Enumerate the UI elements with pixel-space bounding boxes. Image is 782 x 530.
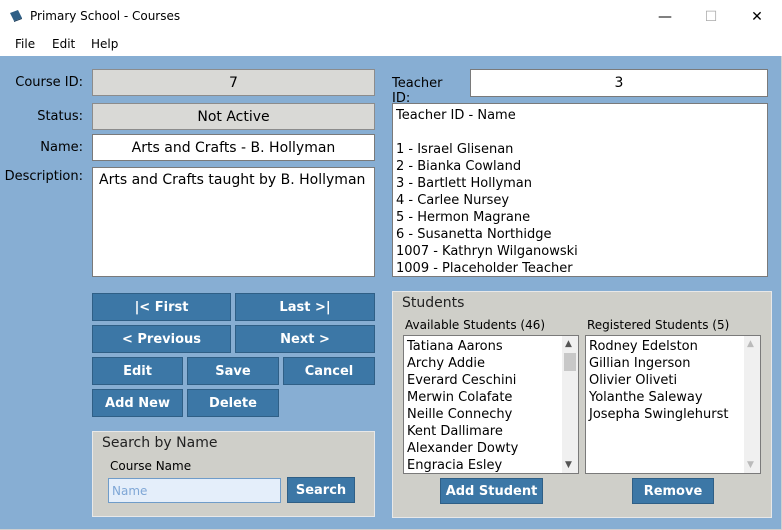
app-book-icon (10, 10, 22, 22)
teacher-id-field[interactable]: 3 (470, 69, 768, 97)
list-item[interactable]: 1009 - Placeholder Teacher (396, 260, 767, 276)
list-item[interactable]: Olivier Oliveti (589, 372, 760, 389)
description-label: Description: (4, 169, 83, 184)
cancel-button[interactable]: Cancel (283, 357, 375, 385)
search-button[interactable]: Search (287, 477, 355, 503)
list-item[interactable]: 1 - Israel Glisenan (396, 141, 767, 158)
search-group: Search by Name Course Name Name Search (92, 431, 375, 517)
list-item[interactable]: Everard Ceschini (407, 372, 578, 389)
available-students-label: Available Students (46) (405, 318, 546, 332)
list-item[interactable]: 6 - Susanetta Northidge (396, 226, 767, 243)
list-item[interactable]: Rodney Edelston (589, 338, 760, 355)
list-item[interactable]: Kent Dallimare (407, 423, 578, 440)
course-id-field: 7 (92, 69, 375, 96)
menu-help[interactable]: Help (91, 37, 118, 51)
search-group-title: Search by Name (102, 435, 218, 451)
window-title: Primary School - Courses (30, 9, 181, 23)
list-item[interactable]: 5 - Hermon Magrane (396, 209, 767, 226)
students-group: Students Available Students (46) Registe… (392, 291, 772, 518)
name-label: Name: (40, 140, 83, 155)
available-students-list[interactable]: Tatiana Aarons Archy Addie Everard Cesch… (403, 335, 579, 474)
previous-button[interactable]: < Previous (92, 325, 231, 353)
maximize-button[interactable]: ☐ (688, 0, 734, 33)
title-bar: Primary School - Courses — ☐ ✕ (0, 0, 782, 33)
teacher-id-label: Teacher ID: (392, 76, 443, 106)
next-button[interactable]: Next > (235, 325, 375, 353)
scroll-thumb[interactable] (564, 353, 576, 371)
minimize-button[interactable]: — (642, 0, 688, 33)
list-item[interactable]: 2 - Bianka Cowland (396, 158, 767, 175)
scroll-up-icon[interactable]: ▲ (565, 339, 572, 349)
scroll-down-icon[interactable]: ▼ (565, 460, 572, 470)
last-button[interactable]: Last >| (235, 293, 375, 321)
menu-bar: File Edit Help (0, 33, 782, 56)
save-button[interactable]: Save (187, 357, 279, 385)
list-item[interactable]: 3 - Bartlett Hollyman (396, 175, 767, 192)
delete-button[interactable]: Delete (187, 389, 279, 417)
menu-file[interactable]: File (15, 37, 35, 51)
remove-student-button[interactable]: Remove (632, 478, 714, 504)
available-scrollbar[interactable]: ▲ ▼ (562, 336, 578, 473)
first-button[interactable]: |< First (92, 293, 231, 321)
list-item[interactable]: Neille Connechy (407, 406, 578, 423)
list-item[interactable]: Engracia Esley (407, 457, 578, 473)
registered-students-label: Registered Students (5) (587, 318, 730, 332)
name-field[interactable]: Arts and Crafts - B. Hollyman (92, 134, 375, 161)
edit-button[interactable]: Edit (92, 357, 183, 385)
menu-edit[interactable]: Edit (52, 37, 75, 51)
list-item[interactable]: Alexander Dowty (407, 440, 578, 457)
list-item[interactable]: 1007 - Kathryn Wilganowski (396, 243, 767, 260)
list-item[interactable]: Gillian Ingerson (589, 355, 760, 372)
list-item[interactable]: Josepha Swinglehurst (589, 406, 760, 423)
description-field[interactable]: Arts and Crafts taught by B. Hollyman (92, 167, 375, 277)
status-field: Not Active (92, 103, 375, 130)
course-form: Course ID: 7 Status: Not Active Name: Ar… (0, 56, 782, 530)
add-new-button[interactable]: Add New (92, 389, 183, 417)
add-student-button[interactable]: Add Student (440, 478, 543, 504)
list-item[interactable]: Yolanthe Saleway (589, 389, 760, 406)
students-group-title: Students (402, 295, 465, 311)
search-input[interactable]: Name (108, 478, 281, 503)
list-item[interactable]: 4 - Carlee Nursey (396, 192, 767, 209)
list-item[interactable]: Tatiana Aarons (407, 338, 578, 355)
list-item[interactable] (396, 124, 767, 141)
list-item[interactable]: Merwin Colafate (407, 389, 578, 406)
list-item[interactable]: Archy Addie (407, 355, 578, 372)
scroll-down-icon[interactable]: ▼ (747, 460, 754, 470)
scroll-up-icon[interactable]: ▲ (747, 339, 754, 349)
registered-students-list[interactable]: Rodney Edelston Gillian Ingerson Olivier… (585, 335, 761, 474)
course-id-label: Course ID: (15, 75, 83, 90)
registered-scrollbar[interactable]: ▲ ▼ (744, 336, 760, 473)
list-item[interactable]: Teacher ID - Name (396, 107, 767, 124)
teacher-list[interactable]: Teacher ID - Name 1 - Israel Glisenan 2 … (392, 103, 768, 277)
close-button[interactable]: ✕ (734, 0, 780, 33)
course-name-label: Course Name (110, 459, 192, 473)
status-label: Status: (37, 109, 83, 124)
